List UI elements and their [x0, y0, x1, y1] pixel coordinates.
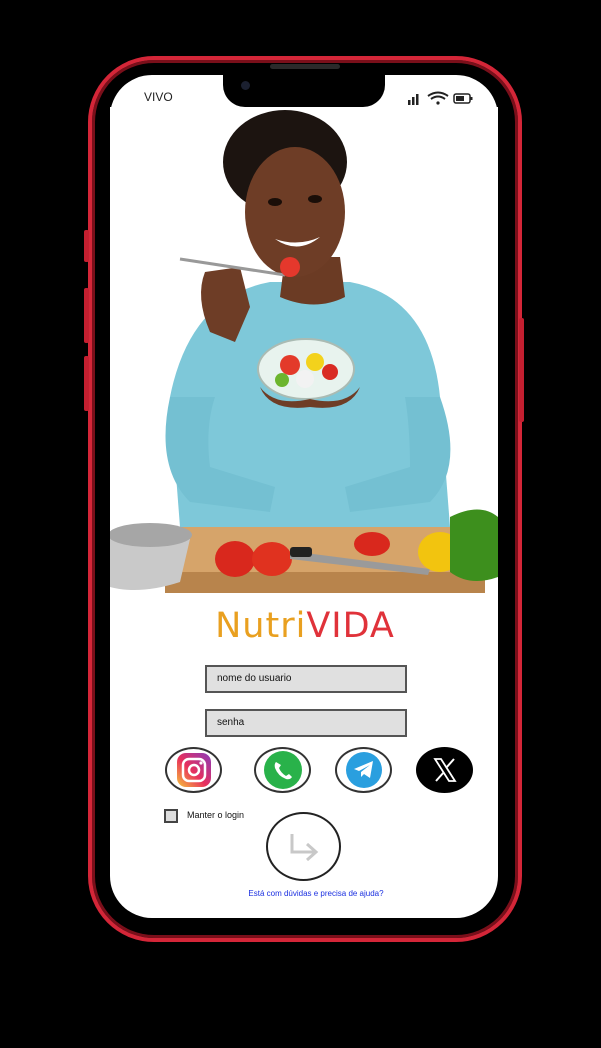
brand-part-vida: VIDA	[306, 606, 395, 646]
battery-icon	[453, 93, 473, 104]
front-camera	[241, 81, 250, 90]
login-submit-button[interactable]	[266, 812, 341, 881]
whatsapp-icon	[263, 751, 302, 789]
x-button[interactable]	[416, 747, 473, 793]
telegram-icon	[345, 752, 382, 788]
help-link[interactable]: Está com dúvidas e precisa de ajuda?	[205, 889, 427, 898]
password-placeholder: senha	[217, 717, 245, 728]
password-field[interactable]: senha	[205, 709, 407, 737]
notch	[223, 73, 385, 107]
instagram-icon	[176, 753, 211, 787]
whatsapp-button[interactable]	[254, 747, 311, 793]
instagram-button[interactable]	[165, 747, 222, 793]
status-icons	[408, 90, 474, 106]
x-icon	[432, 758, 457, 782]
remember-login-label: Manter o login	[187, 810, 245, 820]
brand-logo: NutriVIDA	[200, 606, 410, 646]
volume-down-button	[84, 356, 89, 411]
carrier-label: VIVO	[144, 90, 173, 104]
brand-part-nutri: Nutri	[215, 606, 307, 646]
signal-icon	[408, 94, 419, 105]
username-placeholder: nome do usuario	[217, 673, 292, 684]
volume-up-button	[84, 288, 89, 343]
remember-login-checkbox[interactable]	[164, 809, 178, 823]
hero-photo	[110, 107, 498, 593]
username-field[interactable]: nome do usuario	[205, 665, 407, 693]
wifi-icon	[427, 91, 449, 105]
arrow-return-icon	[290, 833, 318, 861]
speaker	[270, 64, 340, 69]
power-button	[519, 318, 524, 422]
mute-switch	[84, 230, 89, 262]
telegram-button[interactable]	[335, 747, 392, 793]
